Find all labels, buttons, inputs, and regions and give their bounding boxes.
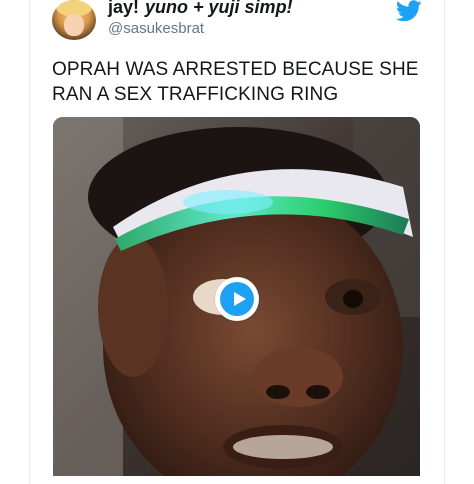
display-name-fancy: yuno + yuji simp! bbox=[145, 0, 293, 17]
avatar-face bbox=[64, 14, 84, 36]
tweet-text: OPRAH WAS ARRESTED BECAUSE SHE RAN A SEX… bbox=[52, 57, 432, 107]
play-icon bbox=[220, 282, 254, 316]
play-button[interactable] bbox=[215, 277, 259, 321]
display-name-plain: jay! bbox=[108, 0, 140, 17]
screenshot-frame: jay! yuno + yuji simp! @sasukesbrat OPRAH… bbox=[0, 0, 474, 484]
display-name[interactable]: jay! yuno + yuji simp! bbox=[108, 0, 293, 18]
tweet-text-line-2: RAN A SEX TRAFFICKING RING bbox=[52, 84, 339, 105]
user-handle[interactable]: @sasukesbrat bbox=[108, 20, 204, 38]
avatar[interactable] bbox=[52, 0, 96, 40]
twitter-bird-icon bbox=[396, 0, 422, 22]
play-triangle bbox=[234, 292, 246, 306]
tweet-text-line-1: OPRAH WAS ARRESTED BECAUSE SHE bbox=[52, 59, 419, 80]
